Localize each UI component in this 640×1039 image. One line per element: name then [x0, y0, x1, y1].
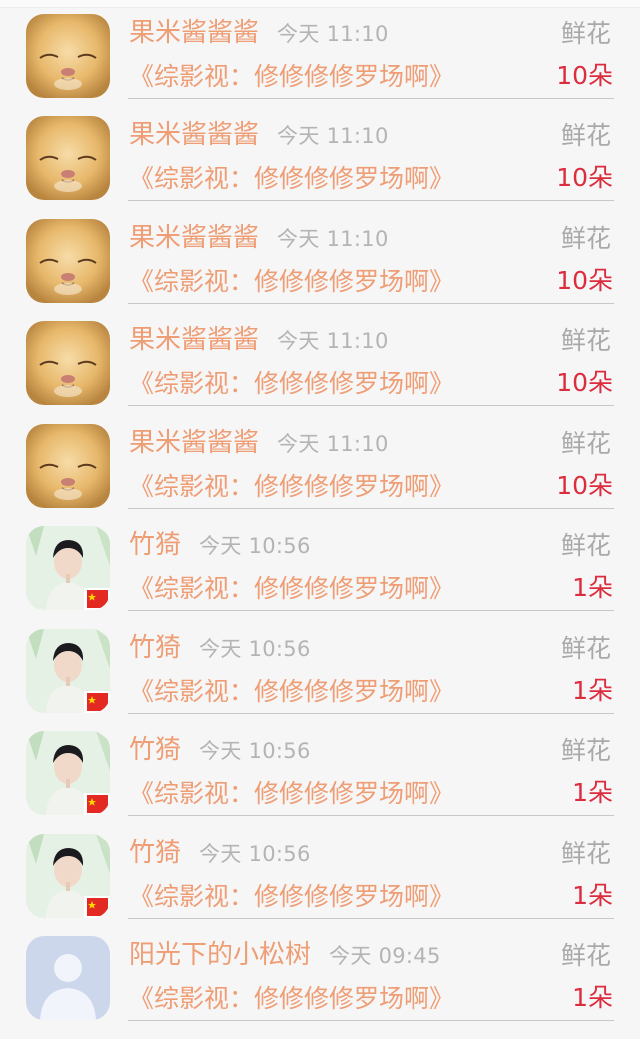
sender-name[interactable]: 果米酱酱酱 — [129, 223, 259, 253]
gift-type: 鲜花 — [560, 839, 611, 868]
avatar[interactable] — [26, 936, 110, 1020]
gift-type: 鲜花 — [560, 736, 611, 765]
sender-line: 果米酱酱酱 今天 11:10 — [129, 118, 389, 153]
timestamp: 今天 11:10 — [277, 227, 389, 251]
sender-line: 果米酱酱酱 今天 11:10 — [129, 426, 389, 461]
book-title[interactable]: 《综影视：修修修修罗场啊》 — [129, 470, 454, 504]
gift-record-row[interactable]: 果米酱酱酱 今天 11:10 鲜花《综影视：修修修修罗场啊》 10朵 — [0, 102, 640, 204]
gift-count: 10朵 — [556, 61, 613, 90]
timestamp: 今天 10:56 — [199, 739, 311, 763]
row-divider — [128, 1020, 614, 1021]
gift-count: 1朵 — [572, 881, 613, 910]
gift-type: 鲜花 — [560, 326, 611, 355]
avatar[interactable] — [26, 526, 110, 610]
sender-name[interactable]: 竹猗 — [129, 530, 181, 560]
gift-count: 1朵 — [572, 676, 613, 705]
avatar[interactable] — [26, 14, 110, 98]
row-divider — [128, 918, 614, 919]
sender-name[interactable]: 果米酱酱酱 — [129, 428, 259, 458]
gift-type: 鲜花 — [560, 941, 611, 970]
avatar[interactable] — [26, 834, 110, 918]
book-title[interactable]: 《综影视：修修修修罗场啊》 — [129, 265, 454, 299]
avatar[interactable] — [26, 321, 110, 405]
sender-line: 果米酱酱酱 今天 11:10 — [129, 323, 389, 358]
row-divider — [128, 98, 614, 99]
timestamp: 今天 11:10 — [277, 329, 389, 353]
gift-type: 鲜花 — [560, 531, 611, 560]
gift-count: 1朵 — [572, 573, 613, 602]
sender-name[interactable]: 竹猗 — [129, 838, 181, 868]
sender-line: 竹猗 今天 10:56 — [129, 528, 311, 563]
sender-line: 竹猗 今天 10:56 — [129, 733, 311, 768]
sender-line: 竹猗 今天 10:56 — [129, 631, 311, 666]
book-title[interactable]: 《综影视：修修修修罗场啊》 — [129, 60, 454, 94]
avatar[interactable] — [26, 219, 110, 303]
timestamp: 今天 09:45 — [329, 944, 441, 968]
sender-name[interactable]: 果米酱酱酱 — [129, 325, 259, 355]
gift-record-row[interactable]: 果米酱酱酱 今天 11:10 鲜花《综影视：修修修修罗场啊》 10朵 — [0, 0, 640, 102]
timestamp: 今天 10:56 — [199, 534, 311, 558]
gift-type: 鲜花 — [560, 634, 611, 663]
row-divider — [128, 815, 614, 816]
book-title[interactable]: 《综影视：修修修修罗场啊》 — [129, 982, 454, 1016]
row-divider — [128, 303, 614, 304]
sender-name[interactable]: 竹猗 — [129, 633, 181, 663]
avatar[interactable] — [26, 116, 110, 200]
gift-record-row[interactable]: 果米酱酱酱 今天 11:10 鲜花《综影视：修修修修罗场啊》 10朵 — [0, 205, 640, 307]
book-title[interactable]: 《综影视：修修修修罗场啊》 — [129, 777, 454, 811]
gift-count: 10朵 — [556, 368, 613, 397]
sender-line: 阳光下的小松树 今天 09:45 — [129, 938, 441, 973]
gift-record-row[interactable]: 果米酱酱酱 今天 11:10 鲜花《综影视：修修修修罗场啊》 10朵 — [0, 307, 640, 409]
avatar[interactable] — [26, 731, 110, 815]
sender-name[interactable]: 竹猗 — [129, 735, 181, 765]
gift-type: 鲜花 — [560, 429, 611, 458]
timestamp: 今天 11:10 — [277, 22, 389, 46]
avatar[interactable] — [26, 629, 110, 713]
gift-record-row[interactable]: 果米酱酱酱 今天 11:10 鲜花《综影视：修修修修罗场啊》 10朵 — [0, 410, 640, 512]
gift-type: 鲜花 — [560, 121, 611, 150]
row-divider — [128, 200, 614, 201]
book-title[interactable]: 《综影视：修修修修罗场啊》 — [129, 162, 454, 196]
gift-type: 鲜花 — [560, 224, 611, 253]
sender-name[interactable]: 阳光下的小松树 — [129, 940, 311, 970]
row-divider — [128, 610, 614, 611]
row-divider — [128, 713, 614, 714]
row-divider — [128, 405, 614, 406]
gift-type: 鲜花 — [560, 19, 611, 48]
timestamp: 今天 11:10 — [277, 124, 389, 148]
gift-record-row[interactable]: 竹猗 今天 10:56 鲜花《综影视：修修修修罗场啊》 1朵 — [0, 512, 640, 614]
gift-count: 10朵 — [556, 471, 613, 500]
book-title[interactable]: 《综影视：修修修修罗场啊》 — [129, 572, 454, 606]
avatar[interactable] — [26, 424, 110, 508]
gift-count: 1朵 — [572, 778, 613, 807]
gift-count: 10朵 — [556, 266, 613, 295]
gift-record-row[interactable]: 竹猗 今天 10:56 鲜花《综影视：修修修修罗场啊》 1朵 — [0, 820, 640, 922]
sender-name[interactable]: 果米酱酱酱 — [129, 120, 259, 150]
book-title[interactable]: 《综影视：修修修修罗场啊》 — [129, 675, 454, 709]
timestamp: 今天 10:56 — [199, 637, 311, 661]
book-title[interactable]: 《综影视：修修修修罗场啊》 — [129, 880, 454, 914]
book-title[interactable]: 《综影视：修修修修罗场啊》 — [129, 367, 454, 401]
gift-record-row[interactable]: 阳光下的小松树 今天 09:45 鲜花《综影视：修修修修罗场啊》 1朵 — [0, 922, 640, 1024]
sender-line: 竹猗 今天 10:56 — [129, 836, 311, 871]
sender-name[interactable]: 果米酱酱酱 — [129, 18, 259, 48]
row-divider — [128, 508, 614, 509]
gift-count: 1朵 — [572, 983, 613, 1012]
sender-line: 果米酱酱酱 今天 11:10 — [129, 221, 389, 256]
gift-count: 10朵 — [556, 163, 613, 192]
gift-record-row[interactable]: 竹猗 今天 10:56 鲜花《综影视：修修修修罗场啊》 1朵 — [0, 615, 640, 717]
gift-record-row[interactable]: 竹猗 今天 10:56 鲜花《综影视：修修修修罗场啊》 1朵 — [0, 717, 640, 819]
timestamp: 今天 10:56 — [199, 842, 311, 866]
sender-line: 果米酱酱酱 今天 11:10 — [129, 16, 389, 51]
timestamp: 今天 11:10 — [277, 432, 389, 456]
